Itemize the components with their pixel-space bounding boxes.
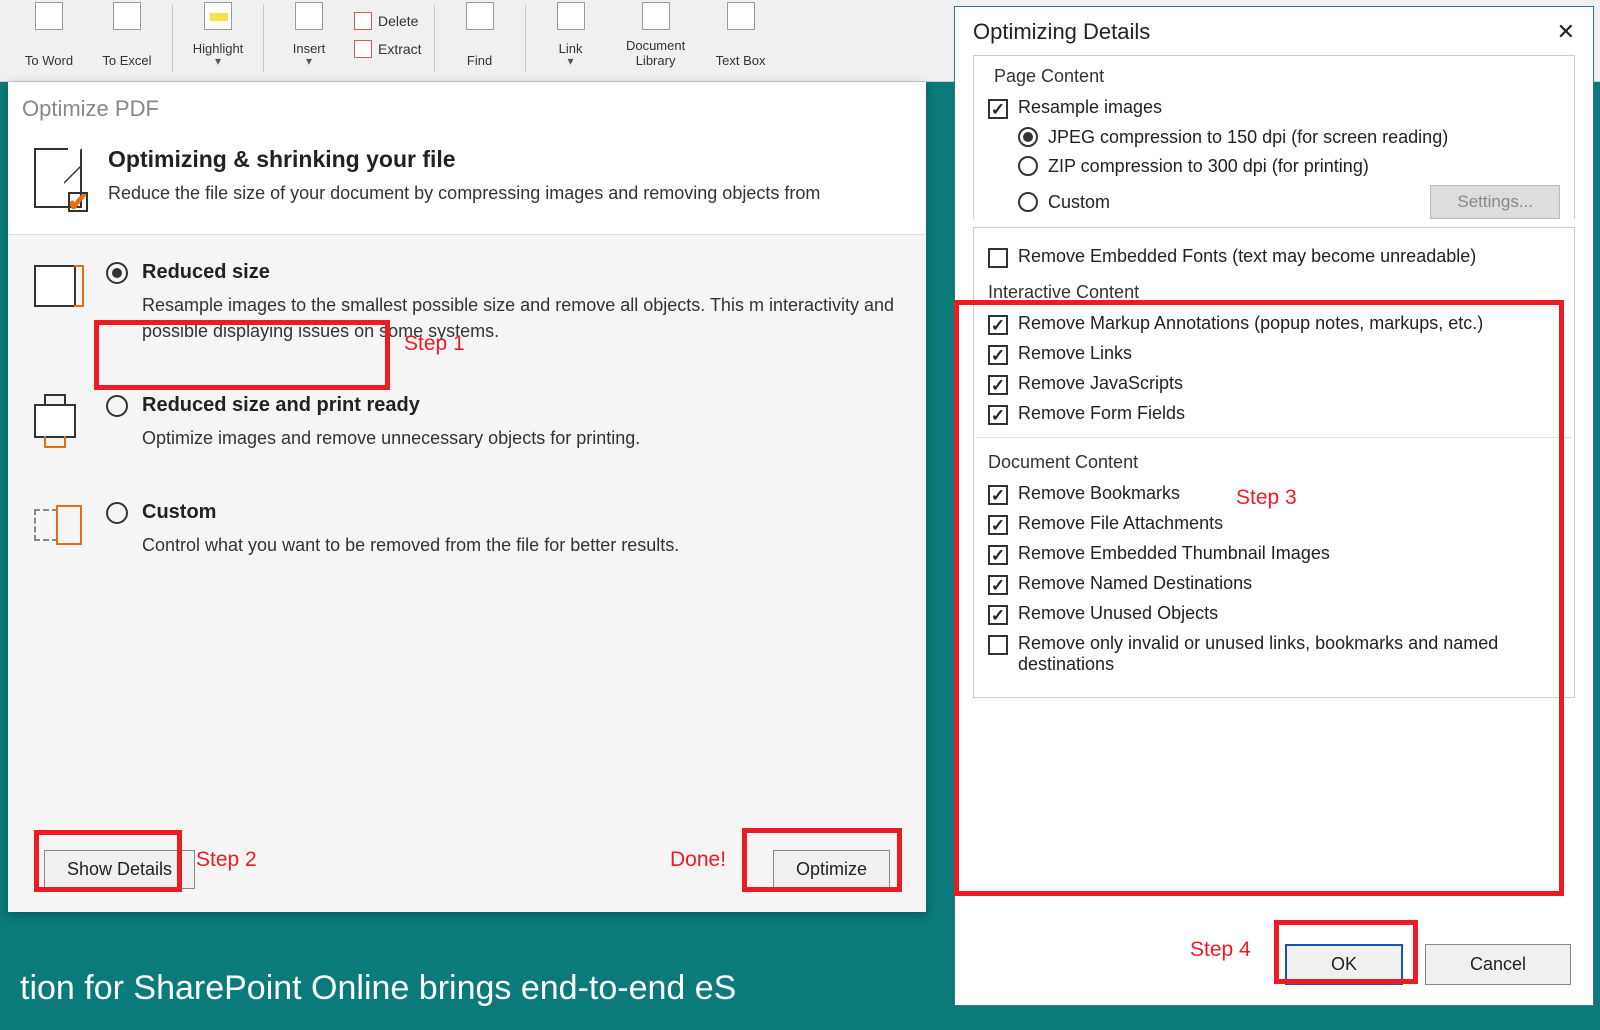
- remove-invalid-links-checkbox[interactable]: Remove only invalid or unused links, boo…: [988, 633, 1560, 675]
- page-content-group: Page Content: [988, 66, 1560, 87]
- checkbox-icon: [988, 635, 1008, 655]
- checkbox-icon: [988, 99, 1008, 119]
- checkbox-icon: [988, 405, 1008, 425]
- find-button[interactable]: Find: [441, 2, 519, 74]
- text-box-button[interactable]: Text Box: [702, 2, 780, 74]
- remove-thumbnails-checkbox[interactable]: Remove Embedded Thumbnail Images: [988, 543, 1560, 565]
- highlight-button[interactable]: Highlight: [179, 2, 257, 74]
- annotation-step2: Step 2: [196, 848, 257, 872]
- insert-button[interactable]: Insert: [270, 2, 348, 74]
- checkbox-icon: [988, 515, 1008, 535]
- remove-named-destinations-checkbox[interactable]: Remove Named Destinations: [988, 573, 1560, 595]
- extract-icon: [354, 40, 372, 58]
- highlight-icon: [204, 2, 232, 30]
- radio-icon: [106, 262, 128, 284]
- document-library-button[interactable]: Document Library: [610, 2, 702, 74]
- custom-icon: [34, 505, 76, 543]
- insert-page-icon: [295, 2, 323, 30]
- remove-links-checkbox[interactable]: Remove Links: [988, 343, 1560, 365]
- radio-icon: [1018, 192, 1038, 212]
- custom-compression-radio[interactable]: Custom: [1018, 192, 1110, 213]
- remove-form-fields-checkbox[interactable]: Remove Form Fields: [988, 403, 1560, 425]
- remove-unused-objects-checkbox[interactable]: Remove Unused Objects: [988, 603, 1560, 625]
- document-content-group: Document Content: [988, 452, 1560, 473]
- annotation-done: Done!: [670, 848, 726, 872]
- checkbox-icon: [988, 575, 1008, 595]
- show-details-button[interactable]: Show Details: [44, 850, 195, 889]
- reduced-size-icon: [34, 265, 76, 307]
- ok-button[interactable]: OK: [1285, 944, 1403, 985]
- remove-markup-checkbox[interactable]: Remove Markup Annotations (popup notes, …: [988, 313, 1560, 335]
- custom-label: Custom: [142, 501, 216, 524]
- cancel-button[interactable]: Cancel: [1425, 944, 1571, 985]
- resample-images-checkbox[interactable]: Resample images: [988, 97, 1560, 119]
- custom-desc: Control what you want to be removed from…: [142, 532, 900, 558]
- optimize-pdf-panel: Optimize PDF ✔ Optimizing & shrinking yo…: [8, 82, 926, 912]
- checkbox-icon: [988, 375, 1008, 395]
- annotation-step4: Step 4: [1190, 938, 1251, 962]
- radio-icon: [106, 395, 128, 417]
- to-excel-button[interactable]: To Excel: [88, 2, 166, 74]
- checkbox-icon: [988, 248, 1008, 268]
- remove-attachments-checkbox[interactable]: Remove File Attachments: [988, 513, 1560, 535]
- settings-button: Settings...: [1430, 185, 1560, 219]
- reduced-size-label: Reduced size: [142, 261, 270, 284]
- library-icon: [642, 2, 670, 30]
- optimize-button[interactable]: Optimize: [773, 850, 890, 889]
- reduced-size-radio[interactable]: Reduced size: [106, 261, 900, 284]
- checkbox-icon: [988, 485, 1008, 505]
- word-icon: [35, 2, 63, 30]
- textbox-icon: [727, 2, 755, 30]
- checkbox-icon: [988, 605, 1008, 625]
- checkbox-icon: [988, 315, 1008, 335]
- jpeg-compression-radio[interactable]: JPEG compression to 150 dpi (for screen …: [1018, 127, 1560, 148]
- annotation-step1: Step 1: [404, 332, 465, 356]
- remove-embedded-fonts-checkbox[interactable]: Remove Embedded Fonts (text may become u…: [988, 246, 1560, 268]
- remove-javascripts-checkbox[interactable]: Remove JavaScripts: [988, 373, 1560, 395]
- link-button[interactable]: Link: [532, 2, 610, 74]
- radio-icon: [1018, 156, 1038, 176]
- excel-icon: [113, 2, 141, 30]
- dialog-title: Optimizing Details: [973, 19, 1150, 45]
- checkbox-icon: [988, 345, 1008, 365]
- checkbox-icon: [988, 545, 1008, 565]
- reduced-size-desc: Resample images to the smallest possible…: [142, 292, 900, 344]
- link-icon: [557, 2, 585, 30]
- delete-button[interactable]: Delete: [348, 8, 428, 34]
- dialog-close-button[interactable]: ✕: [1557, 19, 1575, 45]
- interactive-content-group: Interactive Content: [988, 282, 1560, 303]
- printer-icon: [34, 404, 76, 438]
- to-word-button[interactable]: To Word: [10, 2, 88, 74]
- radio-icon: [106, 502, 128, 524]
- custom-radio[interactable]: Custom: [106, 501, 900, 524]
- magnifier-icon: [466, 2, 494, 30]
- panel-subheading: Reduce the file size of your document by…: [108, 183, 820, 204]
- print-ready-radio[interactable]: Reduced size and print ready: [106, 394, 900, 417]
- annotation-step3: Step 3: [1236, 486, 1297, 510]
- panel-heading: Optimizing & shrinking your file: [108, 146, 820, 173]
- radio-icon: [1018, 127, 1038, 147]
- extract-button[interactable]: Extract: [348, 36, 428, 62]
- trash-icon: [354, 12, 372, 30]
- print-ready-desc: Optimize images and remove unnecessary o…: [142, 425, 900, 451]
- optimize-file-icon: ✔: [34, 150, 82, 208]
- panel-window-title: Optimize PDF: [8, 82, 926, 126]
- print-ready-label: Reduced size and print ready: [142, 394, 420, 417]
- zip-compression-radio[interactable]: ZIP compression to 300 dpi (for printing…: [1018, 156, 1560, 177]
